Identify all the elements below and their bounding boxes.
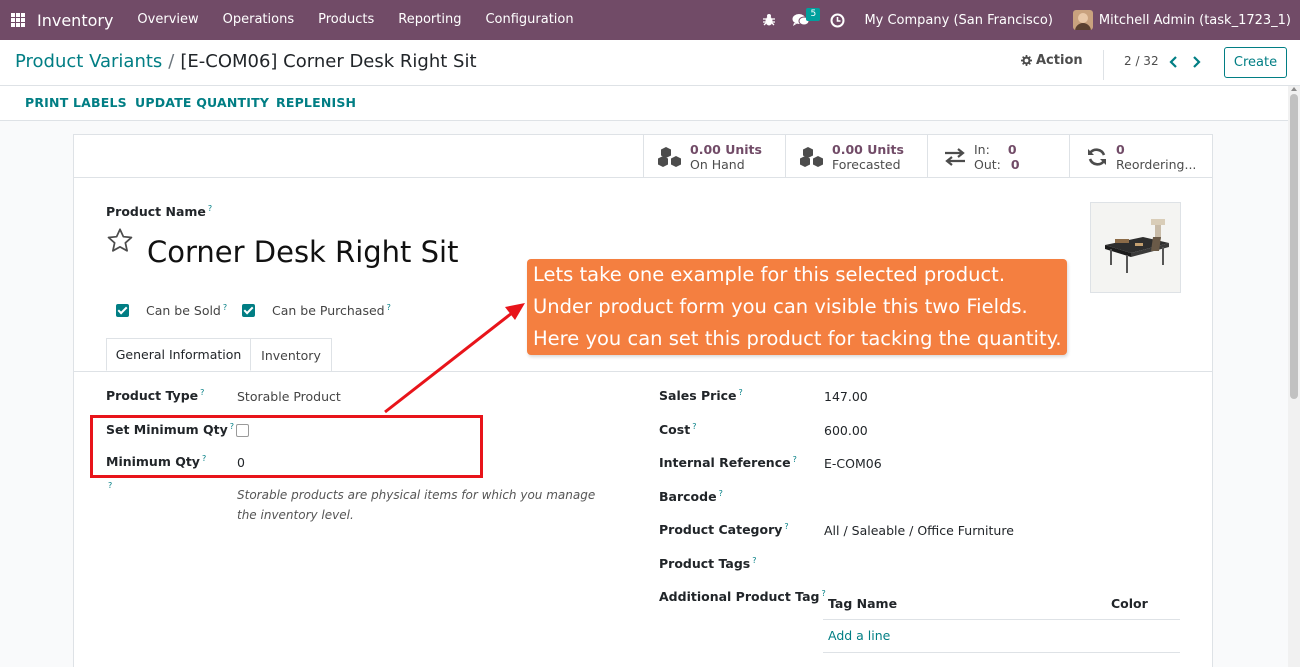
action-label: Action <box>1036 53 1083 68</box>
in-label: In: <box>974 141 990 157</box>
messages-badge: 5 <box>806 8 821 21</box>
tab-inventory[interactable]: Inventory <box>251 338 332 371</box>
on-hand-label: On Hand <box>690 156 745 172</box>
breadcrumb-product-variants[interactable]: Product Variants <box>15 51 162 72</box>
menu-item-configuration[interactable]: Configuration <box>473 0 585 40</box>
tab-general-information[interactable]: General Information <box>106 338 251 371</box>
tag-table-add-row: Add a line <box>823 620 1180 653</box>
additional-product-tag-label: Additional Product Tag? <box>659 589 826 605</box>
scrollbar[interactable] <box>1288 86 1300 667</box>
pager-next-icon[interactable] <box>1191 53 1201 72</box>
divider <box>1103 50 1104 80</box>
breadcrumb: Product Variants / [E-COM06] Corner Desk R… <box>15 51 477 72</box>
menu-item-overview[interactable]: Overview <box>125 0 210 40</box>
top-navbar: Inventory Overview Operations Products R… <box>0 0 1300 40</box>
breadcrumb-current: [E-COM06] Corner Desk Right Sit <box>180 51 477 72</box>
can-be-sold-label: Can be Sold? <box>146 303 228 319</box>
annotation-callout: Lets take one example for this selected … <box>527 259 1067 355</box>
highlight-box <box>90 415 483 478</box>
app-name[interactable]: Inventory <box>36 11 125 30</box>
barcode-label: Barcode? <box>659 489 723 505</box>
reordering-button[interactable]: 0 Reordering... <box>1069 135 1212 178</box>
exchange-icon <box>940 147 970 166</box>
scrollbar-thumb[interactable] <box>1290 94 1298 399</box>
on-hand-button[interactable]: 0.00 Units On Hand <box>643 135 786 178</box>
scroll-up-arrow-icon[interactable] <box>1291 87 1297 91</box>
forecasted-button[interactable]: 0.00 Units Forecasted <box>785 135 928 178</box>
tag-table-header: Tag Name Color <box>823 586 1180 620</box>
print-labels-button[interactable]: PRINT LABELS <box>25 95 127 110</box>
help-marker: ? <box>108 481 113 490</box>
tabs-divider <box>74 371 1212 372</box>
action-button[interactable]: Action <box>1021 53 1083 68</box>
favorite-star-icon[interactable] <box>106 227 134 259</box>
product-type-label: Product Type? <box>106 388 205 404</box>
menu-item-products[interactable]: Products <box>306 0 386 40</box>
in-out-button[interactable]: In: 0 Out: 0 <box>927 135 1070 178</box>
reordering-label: Reordering... <box>1116 156 1197 172</box>
update-quantity-button[interactable]: UPDATE QUANTITY <box>135 95 269 110</box>
activity-clock-icon[interactable] <box>826 0 848 40</box>
cubes-icon <box>798 146 828 168</box>
apps-menu-icon[interactable] <box>0 0 36 40</box>
product-category-field[interactable]: All / Saleable / Office Furniture <box>824 523 1014 538</box>
menu-item-reporting[interactable]: Reporting <box>386 0 473 40</box>
product-category-label: Product Category? <box>659 522 789 538</box>
cubes-icon <box>656 146 686 168</box>
cost-label: Cost? <box>659 422 697 438</box>
callout-line-3: Here you can set this product for tackin… <box>533 327 1062 350</box>
refresh-icon <box>1082 147 1112 167</box>
callout-line-2: Under product form you can visible this … <box>533 295 1028 318</box>
sales-price-label: Sales Price? <box>659 388 743 404</box>
gear-icon <box>1021 55 1032 66</box>
out-label: Out: <box>974 156 1001 172</box>
smart-buttons: 0.00 Units On Hand 0.00 Units Forecasted I… <box>74 135 1212 178</box>
main-menu: Overview Operations Products Reporting C… <box>125 0 585 40</box>
company-switcher[interactable]: My Company (San Francisco) <box>864 13 1052 28</box>
product-tags-label: Product Tags? <box>659 556 757 572</box>
can-be-sold-checkbox[interactable] <box>116 304 129 317</box>
debug-bug-icon[interactable] <box>758 0 780 40</box>
internal-reference-label: Internal Reference? <box>659 455 797 471</box>
pager-previous-icon[interactable] <box>1169 53 1179 72</box>
forecasted-label: Forecasted <box>832 156 901 172</box>
user-avatar[interactable] <box>1072 10 1093 30</box>
cost-field[interactable]: 600.00 <box>824 423 868 438</box>
can-be-purchased-label: Can be Purchased? <box>272 303 391 319</box>
product-type-field[interactable]: Storable Product <box>237 389 341 404</box>
callout-line-1: Lets take one example for this selected … <box>533 263 1006 286</box>
add-a-line-link[interactable]: Add a line <box>828 628 890 643</box>
forecasted-value: 0.00 Units <box>832 141 904 157</box>
color-column[interactable]: Color <box>1111 596 1148 611</box>
in-value: 0 <box>1007 141 1017 157</box>
messages-icon[interactable]: 5 <box>790 0 821 40</box>
pager-value[interactable]: 2 / 32 <box>1124 54 1159 68</box>
product-name-field[interactable]: Corner Desk Right Sit <box>147 235 458 269</box>
replenish-button[interactable]: REPLENISH <box>276 95 356 110</box>
create-button[interactable]: Create <box>1224 47 1287 78</box>
breadcrumb-separator: / <box>168 51 175 72</box>
can-be-purchased-checkbox[interactable] <box>242 304 255 317</box>
product-image[interactable] <box>1090 202 1181 293</box>
on-hand-value: 0.00 Units <box>690 141 762 157</box>
form-statusbar: PRINT LABELS UPDATE QUANTITY REPLENISH <box>0 86 1288 121</box>
control-panel: Product Variants / [E-COM06] Corner Desk R… <box>0 40 1300 86</box>
user-menu[interactable]: Mitchell Admin (task_1723_1) <box>1099 13 1291 28</box>
sales-price-field[interactable]: 147.00 <box>824 389 868 404</box>
internal-reference-field[interactable]: E-COM06 <box>824 456 882 471</box>
product-name-label: Product Name? <box>106 204 213 220</box>
menu-item-operations[interactable]: Operations <box>211 0 306 40</box>
out-value: 0 <box>1010 156 1020 172</box>
tag-name-column[interactable]: Tag Name <box>828 596 897 611</box>
reordering-value: 0 <box>1116 141 1125 157</box>
product-type-help-text: Storable products are physical items for… <box>237 488 596 522</box>
form-sheet: 0.00 Units On Hand 0.00 Units Forecasted I… <box>73 134 1213 667</box>
